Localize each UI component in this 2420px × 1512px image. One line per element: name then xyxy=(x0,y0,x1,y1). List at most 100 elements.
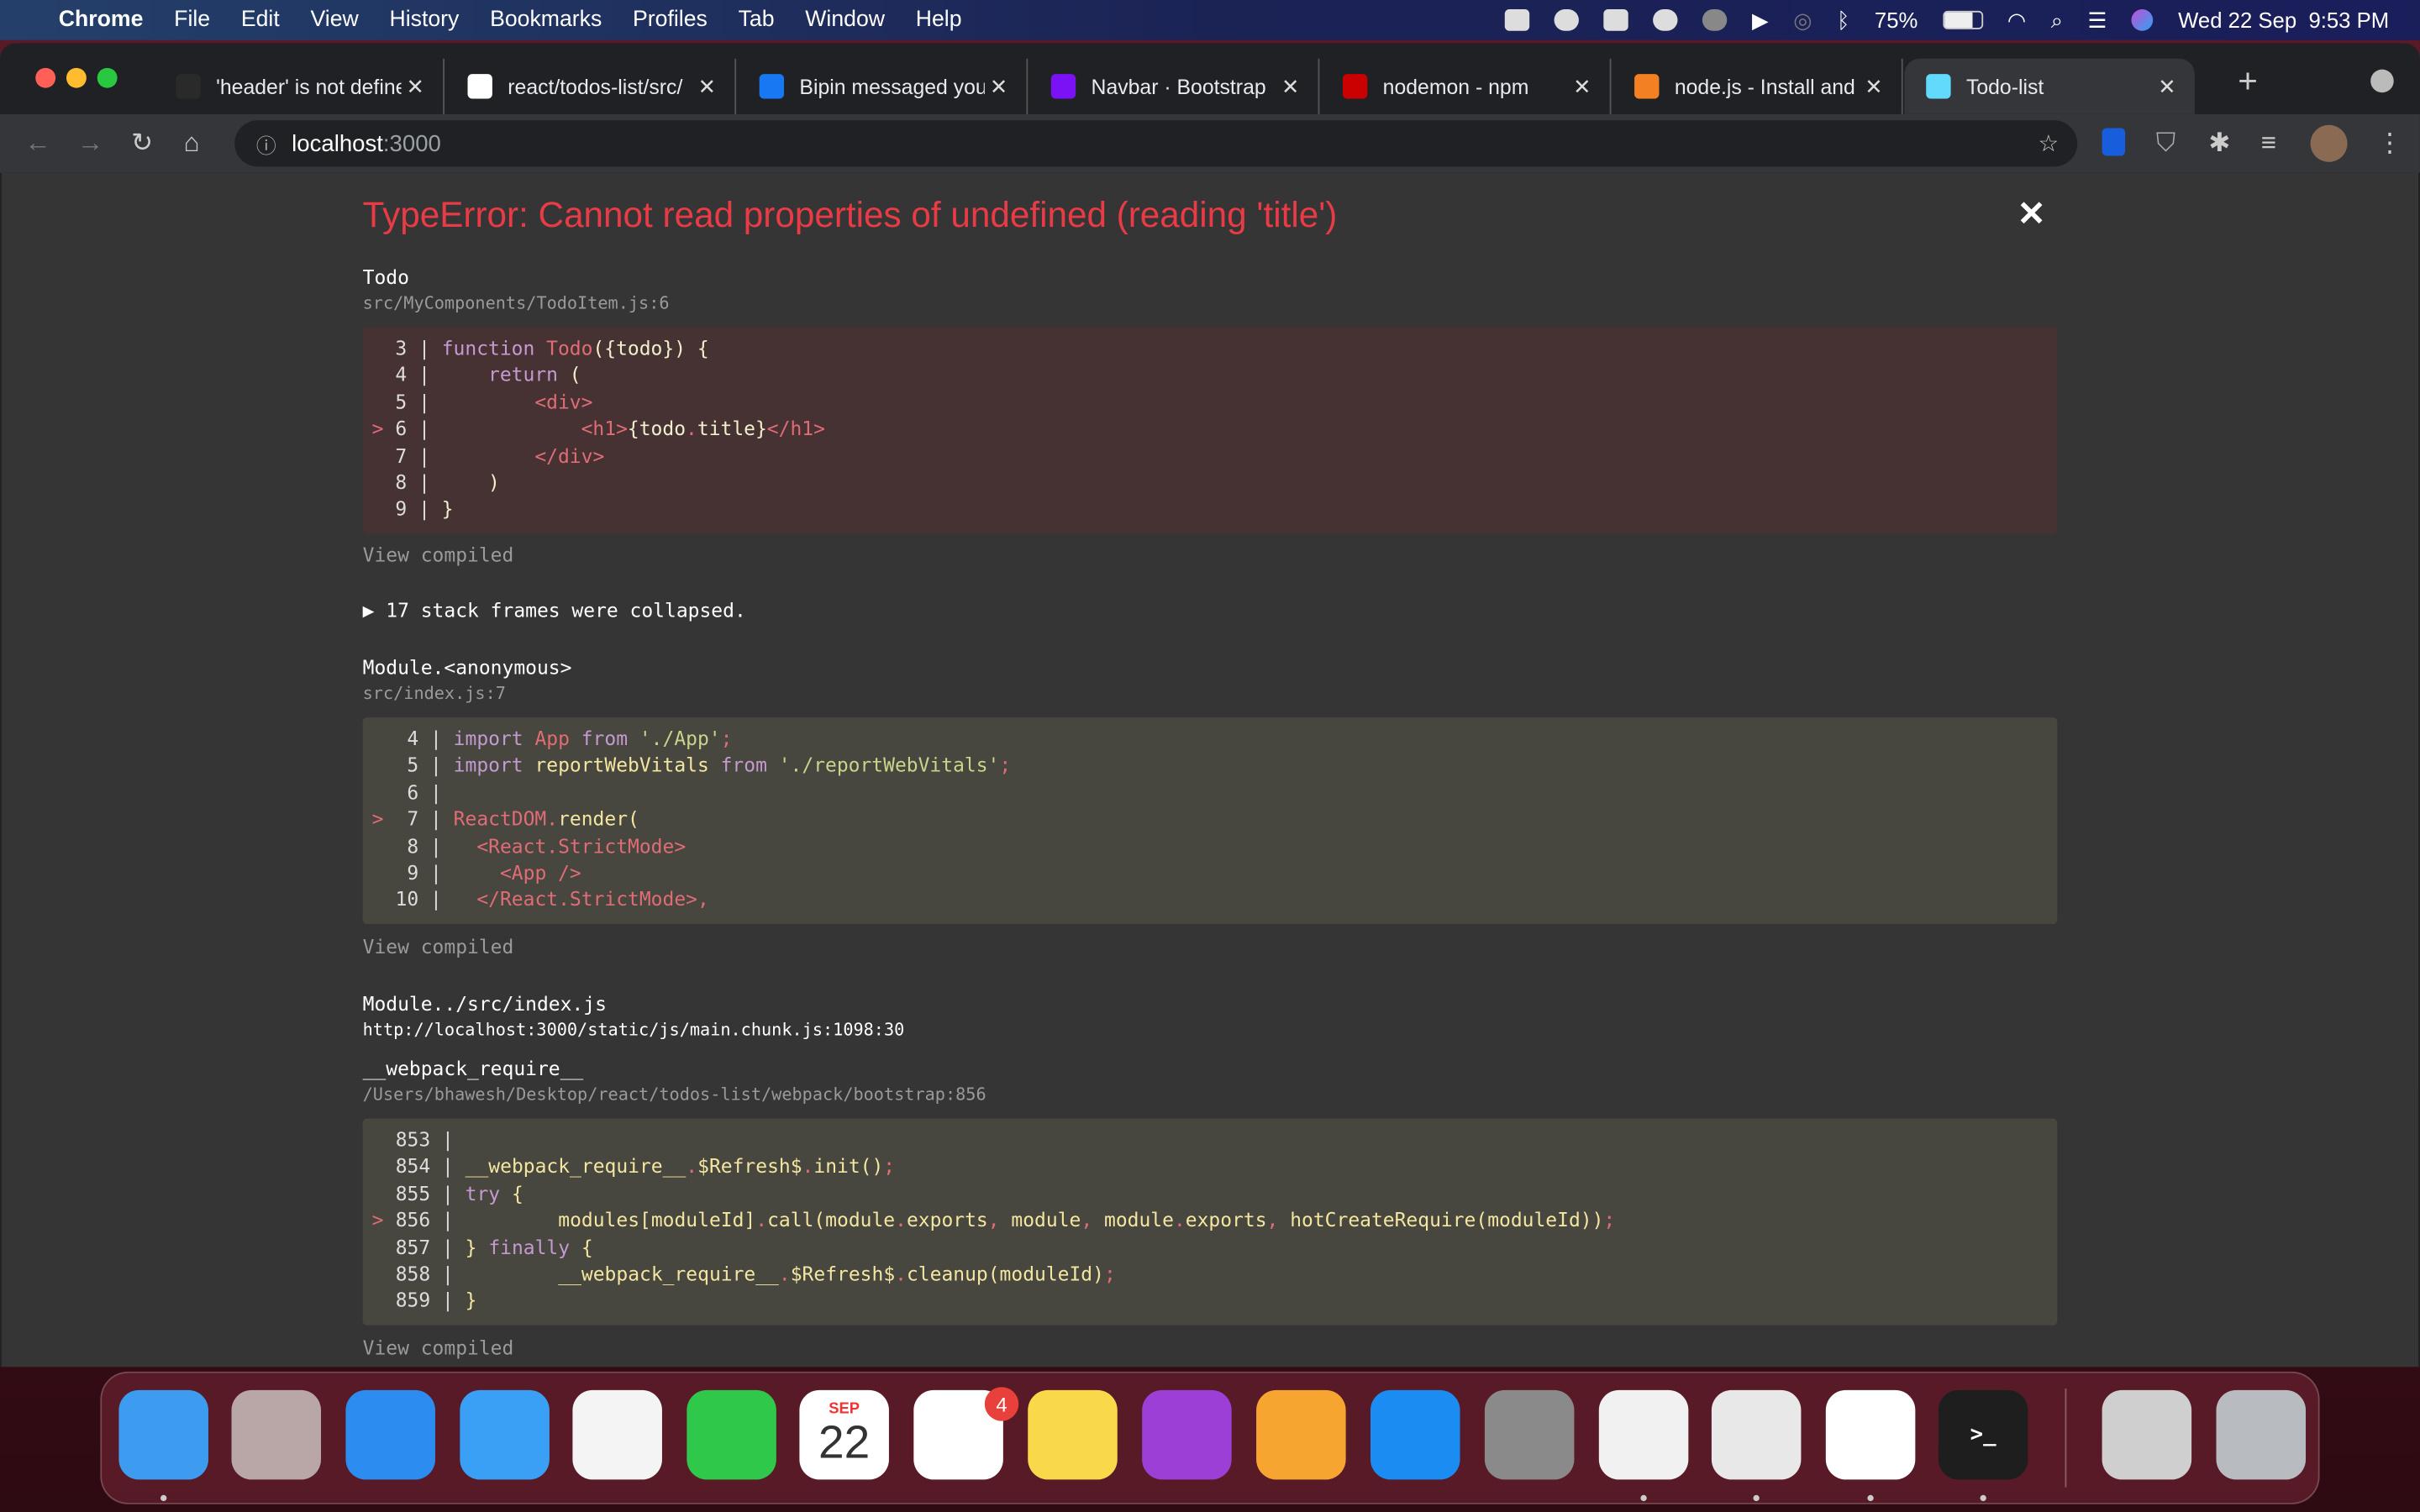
dock-facetime-icon[interactable] xyxy=(687,1389,776,1480)
airdrop-icon[interactable]: ◎ xyxy=(1793,7,1812,33)
address-bar[interactable]: ⓘ localhost:3000 ☆ xyxy=(234,120,2078,167)
dock-safari-icon[interactable] xyxy=(345,1389,435,1480)
close-tab-icon[interactable]: ✕ xyxy=(2158,73,2176,99)
battery-icon[interactable] xyxy=(1942,10,1983,29)
close-tab-icon[interactable]: ✕ xyxy=(1865,73,1883,99)
wifi-icon[interactable]: ◠ xyxy=(2007,7,2026,33)
bitwarden-icon[interactable] xyxy=(2102,128,2126,156)
collapsed-frames-toggle[interactable]: ▶ 17 stack frames were collapsed. xyxy=(363,599,746,622)
menu-help[interactable]: Help xyxy=(916,8,962,32)
stack-frame-location: src/MyComponents/TodoItem.js:6 xyxy=(362,292,670,313)
menu-window[interactable]: Window xyxy=(805,8,885,32)
drive-icon[interactable] xyxy=(1603,9,1629,31)
tab-1[interactable]: react/todos-list/src/ ✕ xyxy=(446,58,737,114)
close-tab-icon[interactable]: ✕ xyxy=(698,73,717,99)
tab-title: Bipin messaged you xyxy=(799,75,985,98)
code-token: </div> xyxy=(534,444,605,467)
gutter-bar: | xyxy=(430,1127,466,1152)
code-line: > 6 | <h1>{todo.title}</h1> xyxy=(372,415,2058,442)
home-button[interactable]: ⌂ xyxy=(184,128,200,159)
menu-history[interactable]: History xyxy=(389,8,459,32)
dock-mail-icon[interactable] xyxy=(460,1389,550,1480)
bluetooth-icon[interactable]: ᛒ xyxy=(1837,8,1849,32)
dock-screenshots-folder-icon[interactable] xyxy=(2102,1389,2192,1480)
tab-2[interactable]: Bipin messaged you ✕ xyxy=(738,58,1028,114)
menu-tab[interactable]: Tab xyxy=(739,8,775,32)
control-center-icon[interactable]: ☰ xyxy=(2088,7,2107,33)
code-line: > 7 | ReactDOM.render( xyxy=(372,806,2058,832)
dock-notes-icon[interactable] xyxy=(1028,1389,1118,1480)
dock-java-icon[interactable] xyxy=(1711,1389,1802,1480)
code-token: import xyxy=(453,727,535,750)
dock-podcasts-icon[interactable] xyxy=(1142,1389,1232,1480)
code-token: } xyxy=(441,497,454,521)
dock-photos-icon[interactable] xyxy=(572,1389,662,1480)
status-app-icon[interactable] xyxy=(1505,9,1530,31)
cloud-icon[interactable] xyxy=(1554,9,1580,31)
tab-6[interactable]: Todo-list ✕ xyxy=(1904,58,2195,114)
view-compiled-link[interactable]: View compiled xyxy=(363,935,514,958)
stack-frame-name: Todo xyxy=(362,265,409,289)
cloud-icon[interactable] xyxy=(1653,9,1678,31)
shield-extension-icon[interactable]: ⛉ xyxy=(2156,128,2175,159)
menu-bookmarks[interactable]: Bookmarks xyxy=(490,8,602,32)
running-indicator xyxy=(1980,1494,1986,1502)
info-icon[interactable]: ⓘ xyxy=(256,129,276,158)
code-token: { xyxy=(570,1235,593,1258)
tab-4[interactable]: nodemon - npm ✕ xyxy=(1321,58,1612,114)
new-tab-button[interactable]: + xyxy=(2238,61,2258,102)
tab-search-button[interactable] xyxy=(2370,69,2394,93)
close-tab-icon[interactable]: ✕ xyxy=(990,73,1008,99)
extensions-puzzle-icon[interactable]: ✱ xyxy=(2208,128,2230,159)
dock-trash-icon[interactable] xyxy=(2216,1389,2307,1480)
code-token: function xyxy=(441,336,547,360)
menu-chrome[interactable]: Chrome xyxy=(59,8,144,32)
dock-launchpad-icon[interactable] xyxy=(231,1389,322,1480)
back-button[interactable]: ← xyxy=(24,128,50,159)
menu-kebab-icon[interactable]: ⋮ xyxy=(2377,128,2403,159)
bookmark-star-icon[interactable]: ☆ xyxy=(2038,129,2059,157)
menu-file[interactable]: File xyxy=(174,8,210,32)
code-token: finally xyxy=(488,1235,571,1258)
tab-3[interactable]: Navbar · Bootstrap ✕ xyxy=(1029,58,1320,114)
clock[interactable]: Wed 22 Sep 9:53 PM xyxy=(2178,8,2389,32)
siri-icon[interactable] xyxy=(2131,9,2154,31)
close-overlay-button[interactable]: ✕ xyxy=(2018,194,2046,234)
tab-0[interactable]: 'header' is not defined ✕ xyxy=(155,58,445,114)
dock-calendar-icon[interactable]: SEP 22 xyxy=(799,1389,889,1480)
dock-finder-icon[interactable] xyxy=(118,1389,208,1480)
zoom-window-button[interactable] xyxy=(97,67,118,88)
tab-5[interactable]: node.js - Install and ✕ xyxy=(1612,58,1903,114)
line-number: 858 xyxy=(395,1262,431,1285)
minimize-window-button[interactable] xyxy=(66,67,87,88)
play-icon[interactable]: ▶ xyxy=(1752,7,1769,33)
close-window-button[interactable] xyxy=(35,67,56,88)
dock-app-store-icon[interactable] xyxy=(1370,1389,1460,1480)
line-number: 853 xyxy=(395,1127,431,1152)
view-compiled-link[interactable]: View compiled xyxy=(363,543,514,567)
dock-system-preferences-icon[interactable] xyxy=(1484,1389,1575,1480)
close-tab-icon[interactable]: ✕ xyxy=(1281,73,1300,99)
vpn-icon[interactable] xyxy=(1702,9,1728,31)
close-tab-icon[interactable]: ✕ xyxy=(1573,73,1591,99)
profile-avatar[interactable] xyxy=(2310,124,2348,162)
reload-button[interactable]: ↻ xyxy=(131,128,153,159)
dock-vscode-icon[interactable] xyxy=(1825,1389,1916,1480)
line-number: 7 xyxy=(407,806,419,831)
view-compiled-link[interactable]: View compiled xyxy=(363,1336,514,1360)
search-icon[interactable]: ⌕ xyxy=(2051,7,2063,33)
menu-profiles[interactable]: Profiles xyxy=(633,8,708,32)
highlight-marker xyxy=(372,1262,384,1285)
gutter-bar: | xyxy=(430,1181,466,1205)
dock-terminal-icon[interactable]: >_ xyxy=(1938,1389,2028,1480)
dock-chrome-icon[interactable] xyxy=(1598,1389,1689,1480)
dock-pages-icon[interactable] xyxy=(1256,1389,1346,1480)
code-token: title} xyxy=(697,417,767,440)
media-control-icon[interactable]: ≡ xyxy=(2261,128,2276,159)
menu-view[interactable]: View xyxy=(310,8,358,32)
menu-edit[interactable]: Edit xyxy=(241,8,280,32)
close-tab-icon[interactable]: ✕ xyxy=(407,73,425,99)
forward-button[interactable]: → xyxy=(77,128,103,159)
